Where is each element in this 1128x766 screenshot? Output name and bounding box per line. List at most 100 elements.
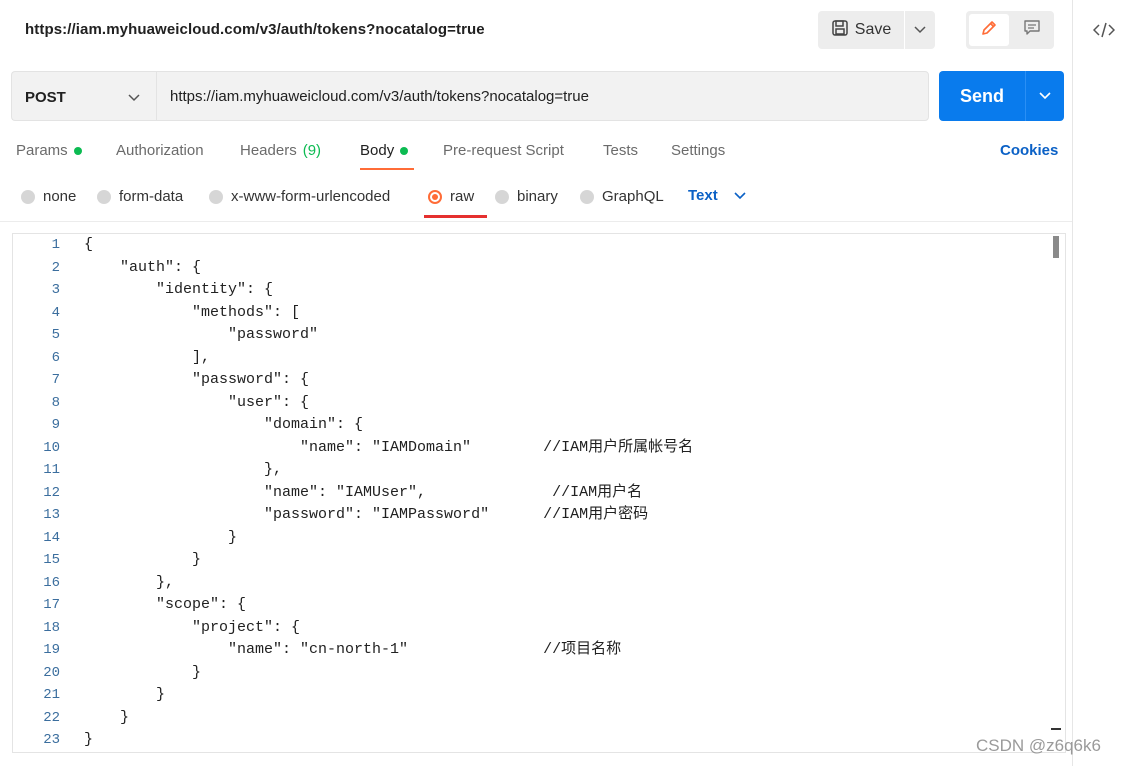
tab-label: Params (16, 142, 68, 159)
code-line[interactable]: "password": { (84, 369, 693, 392)
code-line[interactable]: "name": "IAMDomain" //IAM用户所属帐号名 (84, 437, 693, 460)
line-number: 2 (51, 259, 60, 276)
method-label: POST (25, 89, 66, 106)
code-line[interactable]: "user": { (84, 392, 693, 415)
code-line[interactable]: }, (84, 572, 693, 595)
comments-mode-button[interactable] (1012, 14, 1052, 46)
edit-mode-button[interactable] (969, 14, 1009, 46)
right-sidebar-divider (1072, 0, 1073, 766)
code-line[interactable]: } (84, 707, 693, 730)
tab-body[interactable]: Body (360, 142, 409, 159)
chevron-down-icon (128, 89, 140, 107)
divider (0, 221, 1072, 222)
request-header: https://iam.myhuaweicloud.com/v3/auth/to… (0, 0, 1072, 62)
tab-authorization[interactable]: Authorization (116, 142, 204, 159)
code-line[interactable]: } (84, 527, 693, 550)
code-line[interactable]: { (84, 234, 693, 257)
chevron-down-icon (1039, 87, 1051, 105)
body-type-binary[interactable]: binary (495, 188, 558, 205)
code-line[interactable]: ], (84, 347, 693, 370)
radio-selected-icon (428, 189, 442, 204)
request-title[interactable]: https://iam.myhuaweicloud.com/v3/auth/to… (25, 21, 485, 38)
cookies-link[interactable]: Cookies (1000, 142, 1058, 159)
save-icon (831, 19, 849, 42)
line-number: 14 (43, 529, 60, 546)
method-select[interactable]: POST (11, 71, 156, 121)
code-line[interactable]: "name": "cn-north-1" //项目名称 (84, 639, 693, 662)
save-button[interactable]: Save (818, 11, 904, 49)
tab-settings[interactable]: Settings (671, 142, 725, 159)
body-type-form-data[interactable]: form-data (97, 188, 183, 205)
line-number: 19 (43, 642, 60, 658)
language-select[interactable]: Text (688, 187, 746, 204)
code-snippet-icon[interactable] (1092, 18, 1116, 42)
radio-icon (21, 189, 35, 204)
send-button[interactable]: Send (939, 71, 1025, 121)
line-number: 7 (51, 372, 60, 388)
body-editor[interactable]: 1 2 3 4 5 6 7 8 9 10 11 12 13 14 15 16 17 18 19 20 21 22 23 { … (12, 233, 1066, 753)
line-number: 5 (51, 327, 60, 343)
line-number: 8 (51, 394, 60, 411)
code-line[interactable]: "password": "IAMPassword" //IAM用户密码 (84, 504, 693, 527)
code-line[interactable]: } (84, 549, 693, 572)
pencil-icon (979, 18, 999, 43)
radio-label: binary (517, 188, 558, 205)
tab-pre-request-script[interactable]: Pre-request Script (443, 142, 564, 159)
send-options-button[interactable] (1025, 71, 1064, 121)
code-line[interactable]: } (84, 729, 693, 752)
line-number: 9 (51, 417, 60, 433)
view-mode-toggle (966, 11, 1054, 49)
radio-icon (97, 189, 111, 204)
code-line[interactable]: "methods": [ (84, 302, 693, 325)
line-number: 23 (43, 732, 60, 748)
radio-label: form-data (119, 188, 184, 205)
url-text: https://iam.myhuaweicloud.com/v3/auth/to… (170, 88, 589, 105)
tab-label: Authorization (116, 142, 204, 159)
radio-label: x-www-form-urlencoded (231, 188, 391, 205)
line-number: 13 (43, 507, 60, 523)
comment-icon (1022, 18, 1042, 43)
save-options-button[interactable] (905, 11, 935, 49)
line-number: 17 (43, 597, 60, 613)
tab-label: Headers (240, 142, 297, 159)
code-line[interactable]: "identity": { (84, 279, 693, 302)
headers-count: (9) (302, 142, 322, 159)
line-number: 3 (51, 282, 60, 298)
radio-icon (209, 189, 223, 204)
save-label: Save (854, 21, 892, 38)
chevron-down-icon (914, 21, 926, 39)
tab-label: Pre-request Script (443, 142, 564, 159)
code-line[interactable]: "domain": { (84, 414, 693, 437)
line-number: 1 (51, 237, 60, 253)
body-type-raw[interactable]: raw (428, 188, 474, 205)
line-number: 10 (43, 439, 60, 456)
tab-tests[interactable]: Tests (603, 142, 638, 159)
scrollbar-thumb[interactable] (1053, 236, 1059, 258)
code-line[interactable]: "scope": { (84, 594, 693, 617)
active-tab-indicator (360, 168, 414, 170)
radio-label: GraphQL (602, 188, 664, 205)
line-number: 6 (51, 349, 60, 366)
raw-highlight-underline (424, 215, 487, 218)
code-line[interactable]: } (84, 684, 693, 707)
code-line[interactable]: }, (84, 459, 693, 482)
radio-icon (495, 189, 509, 204)
radio-icon (580, 189, 594, 204)
tab-params[interactable]: Params (16, 142, 82, 159)
body-type-urlencoded[interactable]: x-www-form-urlencoded (209, 188, 390, 205)
line-number: 4 (51, 304, 60, 321)
line-number: 18 (43, 619, 60, 636)
code-line[interactable]: "password" (84, 324, 693, 347)
code-line[interactable]: "project": { (84, 617, 693, 640)
body-type-graphql[interactable]: GraphQL (580, 188, 664, 205)
code-line[interactable]: "name": "IAMUser", //IAM用户名 (84, 482, 693, 505)
status-dot (73, 146, 82, 155)
code-area[interactable]: { "auth": { "identity": { "methods": [ "… (84, 234, 693, 752)
code-line[interactable]: "auth": { (84, 257, 693, 280)
tab-label: Tests (603, 142, 639, 159)
tab-headers[interactable]: Headers (9) (240, 142, 321, 159)
body-type-none[interactable]: none (21, 188, 76, 205)
url-input[interactable]: https://iam.myhuaweicloud.com/v3/auth/to… (156, 71, 929, 121)
line-number: 15 (43, 552, 60, 568)
code-line[interactable]: } (84, 662, 693, 685)
